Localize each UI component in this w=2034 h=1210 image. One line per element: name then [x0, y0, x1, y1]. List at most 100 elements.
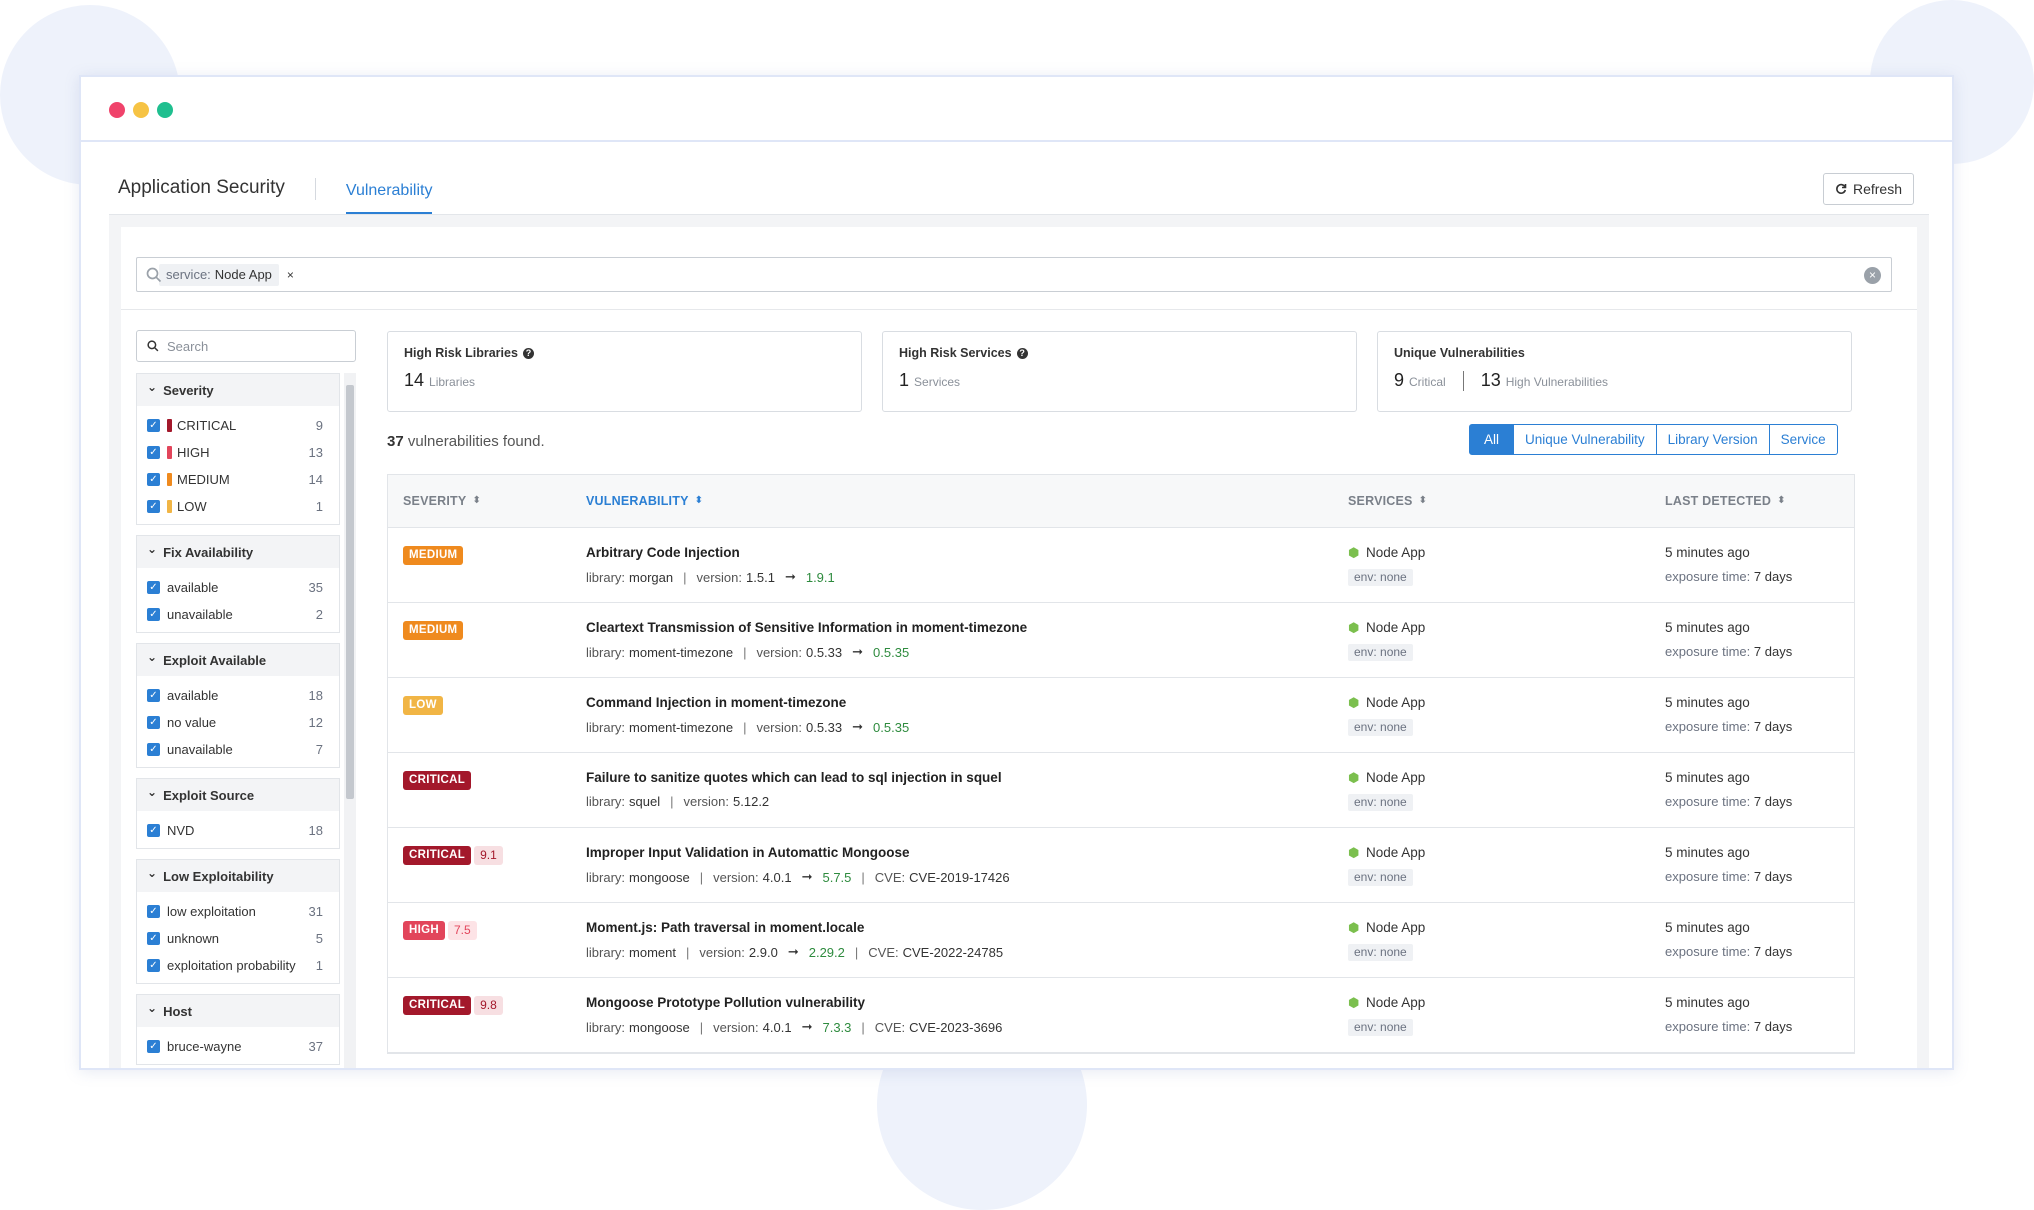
library-label: library:: [586, 569, 626, 585]
table-row[interactable]: MEDIUM Arbitrary Code Injection library: mo…: [388, 528, 1854, 603]
vulnerability-name[interactable]: Arbitrary Code Injection: [586, 545, 740, 560]
service-cell[interactable]: ⬢ Node App: [1348, 620, 1425, 635]
maximize-window-dot[interactable]: [157, 102, 173, 118]
column-severity[interactable]: SEVERITY ⬍: [403, 494, 481, 508]
checkbox-checked-icon[interactable]: ✓: [147, 419, 160, 432]
checkbox-checked-icon[interactable]: ✓: [147, 1040, 160, 1053]
facet-option[interactable]: ✓ unknown 5: [137, 925, 339, 952]
sort-icon[interactable]: ⬍: [695, 496, 704, 506]
facet-option[interactable]: ✓ available 18: [137, 682, 339, 709]
facet-option[interactable]: ✓ available 35: [137, 574, 339, 601]
scrollbar-thumb[interactable]: [346, 385, 354, 799]
vulnerability-name[interactable]: Cleartext Transmission of Sensitive Info…: [586, 620, 1027, 635]
facet-header[interactable]: ⌄ Exploit Available: [137, 644, 339, 676]
high-unit: High Vulnerabilities: [1505, 375, 1608, 389]
facet-option[interactable]: ✓ LOW 1: [137, 493, 339, 520]
query-bar[interactable]: service: Node App × ×: [136, 257, 1892, 292]
facet-option[interactable]: ✓ NVD 18: [137, 817, 339, 844]
chip-remove-icon[interactable]: ×: [287, 268, 294, 282]
vulnerability-name[interactable]: Failure to sanitize quotes which can lea…: [586, 770, 1002, 785]
facet-option[interactable]: ✓ unavailable 2: [137, 601, 339, 628]
vulnerability-name[interactable]: Command Injection in moment-timezone: [586, 695, 846, 710]
table-row[interactable]: CRITICAL Failure to sanitize quotes which…: [388, 753, 1854, 828]
facet-title: Exploit Source: [163, 787, 255, 803]
minimize-window-dot[interactable]: [133, 102, 149, 118]
facet-header[interactable]: ⌄ Low Exploitability: [137, 860, 339, 892]
chevron-down-icon[interactable]: ⌄: [147, 866, 157, 880]
refresh-button[interactable]: Refresh: [1823, 173, 1914, 205]
vulnerability-name[interactable]: Improper Input Validation in Automattic …: [586, 845, 910, 860]
checkbox-checked-icon[interactable]: ✓: [147, 689, 160, 702]
table-row[interactable]: HIGH 7.5 Moment.js: Path traversal in mome…: [388, 903, 1854, 978]
checkbox-checked-icon[interactable]: ✓: [147, 743, 160, 756]
sort-icon[interactable]: ⬍: [472, 496, 481, 506]
facet-header[interactable]: ⌄ Severity: [137, 374, 339, 406]
facet-header[interactable]: ⌄ Host: [137, 995, 339, 1027]
checkbox-checked-icon[interactable]: ✓: [147, 905, 160, 918]
table-row[interactable]: MEDIUM Cleartext Transmission of Sensitiv…: [388, 603, 1854, 678]
high-risk-libraries-card: High Risk Libraries? 14 Libraries: [387, 331, 862, 412]
facet-option[interactable]: ✓ CRITICAL 9: [137, 412, 339, 439]
checkbox-checked-icon[interactable]: ✓: [147, 446, 160, 459]
column-vulnerability[interactable]: VULNERABILITY ⬍: [586, 494, 703, 508]
view-unique-vulnerability-button[interactable]: Unique Vulnerability: [1514, 424, 1657, 455]
card-title: Unique Vulnerabilities: [1394, 346, 1525, 360]
view-library-version-button[interactable]: Library Version: [1656, 424, 1770, 455]
checkbox-checked-icon[interactable]: ✓: [147, 932, 160, 945]
chevron-down-icon[interactable]: ⌄: [147, 785, 157, 799]
chevron-down-icon[interactable]: ⌄: [147, 650, 157, 664]
checkbox-checked-icon[interactable]: ✓: [147, 608, 160, 621]
facet-option[interactable]: ✓ bruce-wayne 37: [137, 1033, 339, 1060]
facet-header[interactable]: ⌄ Exploit Source: [137, 779, 339, 811]
checkbox-checked-icon[interactable]: ✓: [147, 500, 160, 513]
filter-chip[interactable]: service: Node App: [159, 263, 279, 286]
checkbox-checked-icon[interactable]: ✓: [147, 581, 160, 594]
service-name: Node App: [1366, 845, 1426, 860]
checkbox-checked-icon[interactable]: ✓: [147, 473, 160, 486]
service-cell[interactable]: ⬢ Node App: [1348, 770, 1425, 785]
refresh-label: Refresh: [1852, 181, 1903, 197]
severity-color-swatch: [167, 419, 172, 432]
service-cell[interactable]: ⬢ Node App: [1348, 920, 1425, 935]
vulnerability-name[interactable]: Moment.js: Path traversal in moment.loca…: [586, 920, 864, 935]
view-all-button[interactable]: All: [1469, 424, 1515, 455]
checkbox-checked-icon[interactable]: ✓: [147, 959, 160, 972]
sort-icon[interactable]: ⬍: [1419, 496, 1428, 506]
sidebar-scrollbar[interactable]: [344, 373, 356, 1068]
table-row[interactable]: CRITICAL 9.8 Mongoose Prototype Pollution …: [388, 978, 1854, 1053]
table-row[interactable]: LOW Command Injection in moment-timezone l…: [388, 678, 1854, 753]
service-cell[interactable]: ⬢ Node App: [1348, 845, 1425, 860]
facet-option[interactable]: ✓ MEDIUM 14: [137, 466, 339, 493]
view-service-button[interactable]: Service: [1769, 424, 1838, 455]
facet-option[interactable]: ✓ exploitation probability 1: [137, 952, 339, 979]
service-cell[interactable]: ⬢ Node App: [1348, 545, 1425, 560]
help-icon[interactable]: ?: [522, 347, 534, 359]
facet-search-input[interactable]: Search: [136, 330, 356, 362]
facet-option-label: exploitation probability: [167, 958, 296, 973]
service-cell[interactable]: ⬢ Node App: [1348, 695, 1425, 710]
library-label: library:: [586, 719, 626, 735]
close-window-dot[interactable]: [109, 102, 125, 118]
clear-search-icon[interactable]: ×: [1864, 267, 1881, 284]
facet-header[interactable]: ⌄ Fix Availability: [137, 536, 339, 568]
column-last-detected[interactable]: LAST DETECTED ⬍: [1665, 494, 1786, 508]
column-services[interactable]: SERVICES ⬍: [1348, 494, 1427, 508]
chevron-down-icon[interactable]: ⌄: [147, 1001, 157, 1015]
facet-option[interactable]: ✓ unavailable 7: [137, 736, 339, 763]
fixed-version: 0.5.35: [873, 644, 910, 660]
help-icon[interactable]: ?: [1016, 347, 1028, 359]
facet-option[interactable]: ✓ HIGH 13: [137, 439, 339, 466]
checkbox-checked-icon[interactable]: ✓: [147, 824, 160, 837]
facet-option[interactable]: ✓ no value 12: [137, 709, 339, 736]
chevron-down-icon[interactable]: ⌄: [147, 380, 157, 394]
fixed-version: 2.29.2: [808, 944, 845, 960]
facet-option-label: unavailable: [167, 742, 233, 757]
table-row[interactable]: CRITICAL 9.1 Improper Input Validation in …: [388, 828, 1854, 903]
sort-icon[interactable]: ⬍: [1777, 496, 1786, 506]
checkbox-checked-icon[interactable]: ✓: [147, 716, 160, 729]
vulnerability-name[interactable]: Mongoose Prototype Pollution vulnerabili…: [586, 995, 865, 1010]
tab-vulnerability[interactable]: Vulnerability: [345, 182, 433, 214]
service-cell[interactable]: ⬢ Node App: [1348, 995, 1425, 1010]
chevron-down-icon[interactable]: ⌄: [147, 542, 157, 556]
facet-option[interactable]: ✓ low exploitation 31: [137, 898, 339, 925]
